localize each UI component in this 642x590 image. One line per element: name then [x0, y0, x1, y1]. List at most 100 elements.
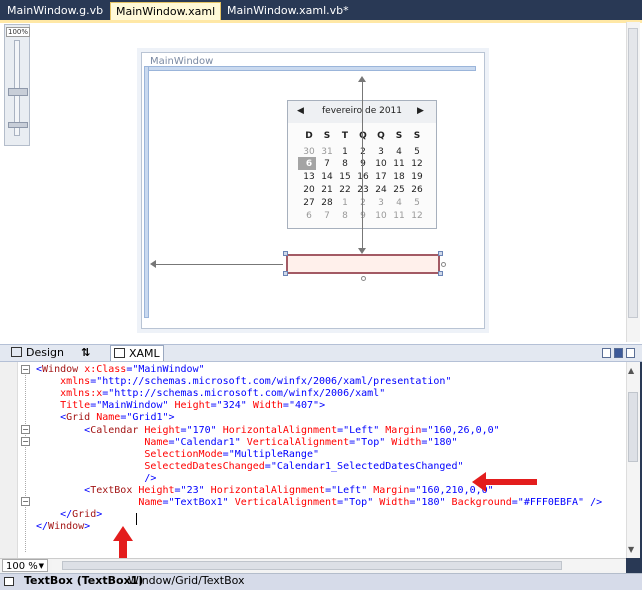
- calendar-day[interactable]: 16: [354, 172, 372, 182]
- tab-mainwindow-xaml-vb[interactable]: MainWindow.xaml.vb*: [222, 2, 354, 20]
- resize-handle[interactable]: [438, 251, 443, 256]
- code-line: </Grid>: [60, 509, 103, 521]
- calendar-day[interactable]: 26: [408, 185, 426, 195]
- resize-handle[interactable]: [283, 251, 288, 256]
- calendar-day[interactable]: 5: [408, 198, 426, 208]
- zoom-level-label: 100%: [6, 27, 30, 37]
- scroll-up-icon[interactable]: ▲: [628, 366, 634, 375]
- resize-handle[interactable]: [438, 271, 443, 276]
- calendar-day[interactable]: 12: [408, 211, 426, 221]
- zoom-slider-thumb[interactable]: [8, 88, 28, 96]
- code-line: xmlns="http://schemas.microsoft.com/winf…: [60, 376, 452, 388]
- calendar-day[interactable]: 23: [354, 185, 372, 195]
- calendar-day[interactable]: 7: [318, 211, 336, 221]
- calendar-day[interactable]: 27: [300, 198, 318, 208]
- collapse-pane-icon[interactable]: [626, 348, 635, 358]
- fold-toggle-icon[interactable]: −: [21, 365, 30, 374]
- calendar-day[interactable]: 25: [390, 185, 408, 195]
- calendar-day[interactable]: 3: [372, 198, 390, 208]
- calendar-day[interactable]: 10: [372, 211, 390, 221]
- fold-toggle-icon[interactable]: −: [21, 437, 30, 446]
- chevron-down-icon: ▼: [38, 562, 44, 570]
- zoom-fit-button[interactable]: [8, 122, 28, 128]
- calendar-day-of-week: S: [323, 131, 331, 141]
- calendar-day-of-week: S: [413, 131, 421, 141]
- tab-design[interactable]: Design: [8, 345, 67, 361]
- anchor-handle[interactable]: [441, 262, 446, 267]
- calendar-day[interactable]: 6: [300, 211, 318, 221]
- calendar-day[interactable]: 17: [372, 172, 390, 182]
- calendar-day-of-week: S: [395, 131, 403, 141]
- calendar-day[interactable]: 21: [318, 185, 336, 195]
- code-line: xmlns:x="http://schemas.microsoft.com/wi…: [60, 388, 386, 400]
- calendar-day[interactable]: 9: [354, 159, 372, 169]
- split-view-bar: [0, 344, 642, 362]
- fold-toggle-icon[interactable]: −: [21, 497, 30, 506]
- designer-scrollbar-thumb[interactable]: [628, 28, 638, 318]
- calendar-day[interactable]: 19: [408, 172, 426, 182]
- tab-mainwindow-g-vb[interactable]: MainWindow.g.vb: [2, 2, 108, 20]
- calendar-day[interactable]: 1: [336, 198, 354, 208]
- fold-toggle-icon[interactable]: −: [21, 425, 30, 434]
- calendar-day[interactable]: 1: [336, 147, 354, 157]
- horizontal-split-icon[interactable]: [614, 348, 623, 358]
- calendar-day[interactable]: 10: [372, 159, 390, 169]
- resize-handle[interactable]: [283, 271, 288, 276]
- calendar-day[interactable]: 4: [390, 198, 408, 208]
- calendar-day[interactable]: 2: [354, 147, 372, 157]
- calendar-day[interactable]: 8: [336, 211, 354, 221]
- vertical-margin-guide: [362, 80, 363, 252]
- calendar-day[interactable]: 28: [318, 198, 336, 208]
- calendar-day[interactable]: 12: [408, 159, 426, 169]
- editor-gutter: [0, 362, 18, 558]
- calendar-day[interactable]: 9: [354, 211, 372, 221]
- calendar-day[interactable]: 20: [300, 185, 318, 195]
- anchor-handle[interactable]: [361, 276, 366, 281]
- calendar-day[interactable]: 5: [408, 147, 426, 157]
- scroll-down-icon[interactable]: ▼: [628, 545, 634, 554]
- tab-design-label: Design: [26, 346, 64, 359]
- swap-panes-button[interactable]: ⇅: [78, 345, 93, 361]
- design-icon: [11, 347, 22, 357]
- red-annotation-arrow-head: [113, 526, 133, 541]
- margin-guide-arrow-icon: [150, 260, 156, 268]
- calendar-next-month-icon[interactable]: ▶: [417, 106, 424, 116]
- code-line: Title="MainWindow" Height="324" Width="4…: [60, 400, 326, 412]
- vertical-split-icon[interactable]: [602, 348, 611, 358]
- calendar-day[interactable]: 30: [300, 147, 318, 157]
- calendar-day[interactable]: 31: [318, 147, 336, 157]
- calendar-day[interactable]: 11: [390, 211, 408, 221]
- calendar-day[interactable]: 24: [372, 185, 390, 195]
- tab-mainwindow-xaml[interactable]: MainWindow.xaml: [110, 2, 222, 20]
- selected-element-label[interactable]: TextBox (TextBox1): [24, 574, 143, 587]
- calendar-day[interactable]: 13: [300, 172, 318, 182]
- calendar-day[interactable]: 4: [390, 147, 408, 157]
- calendar-day[interactable]: 15: [336, 172, 354, 182]
- fold-guide: [25, 372, 27, 552]
- zoom-dropdown[interactable]: 100 % ▼: [2, 559, 48, 572]
- calendar-day-of-week: Q: [377, 131, 385, 141]
- calendar-day[interactable]: 18: [390, 172, 408, 182]
- tab-xaml[interactable]: XAML: [110, 345, 164, 361]
- calendar-day[interactable]: 22: [336, 185, 354, 195]
- element-path-breadcrumb[interactable]: Window/Grid/TextBox: [128, 574, 245, 587]
- calendar-day[interactable]: 14: [318, 172, 336, 182]
- textbox-control[interactable]: [286, 254, 440, 274]
- margin-guide-arrow-icon: [358, 76, 366, 82]
- calendar-day[interactable]: 8: [336, 159, 354, 169]
- calendar-day[interactable]: 6: [300, 159, 318, 169]
- grid-row-ruler[interactable]: [144, 66, 149, 318]
- grid-column-ruler[interactable]: [144, 66, 476, 71]
- code-scrollbar-thumb[interactable]: [628, 392, 638, 462]
- calendar-day[interactable]: 7: [318, 159, 336, 169]
- xaml-icon: [114, 348, 125, 358]
- calendar-day[interactable]: 2: [354, 198, 372, 208]
- code-line: Name="TextBox1" VerticalAlignment="Top" …: [138, 497, 603, 509]
- red-annotation-arrow-head: [472, 472, 486, 492]
- calendar-day[interactable]: 3: [372, 147, 390, 157]
- code-line: </Window>: [36, 521, 91, 533]
- calendar-day[interactable]: 11: [390, 159, 408, 169]
- tab-xaml-label: XAML: [129, 347, 160, 360]
- document-outline-icon[interactable]: [4, 577, 14, 586]
- code-hscroll-thumb[interactable]: [62, 561, 562, 570]
